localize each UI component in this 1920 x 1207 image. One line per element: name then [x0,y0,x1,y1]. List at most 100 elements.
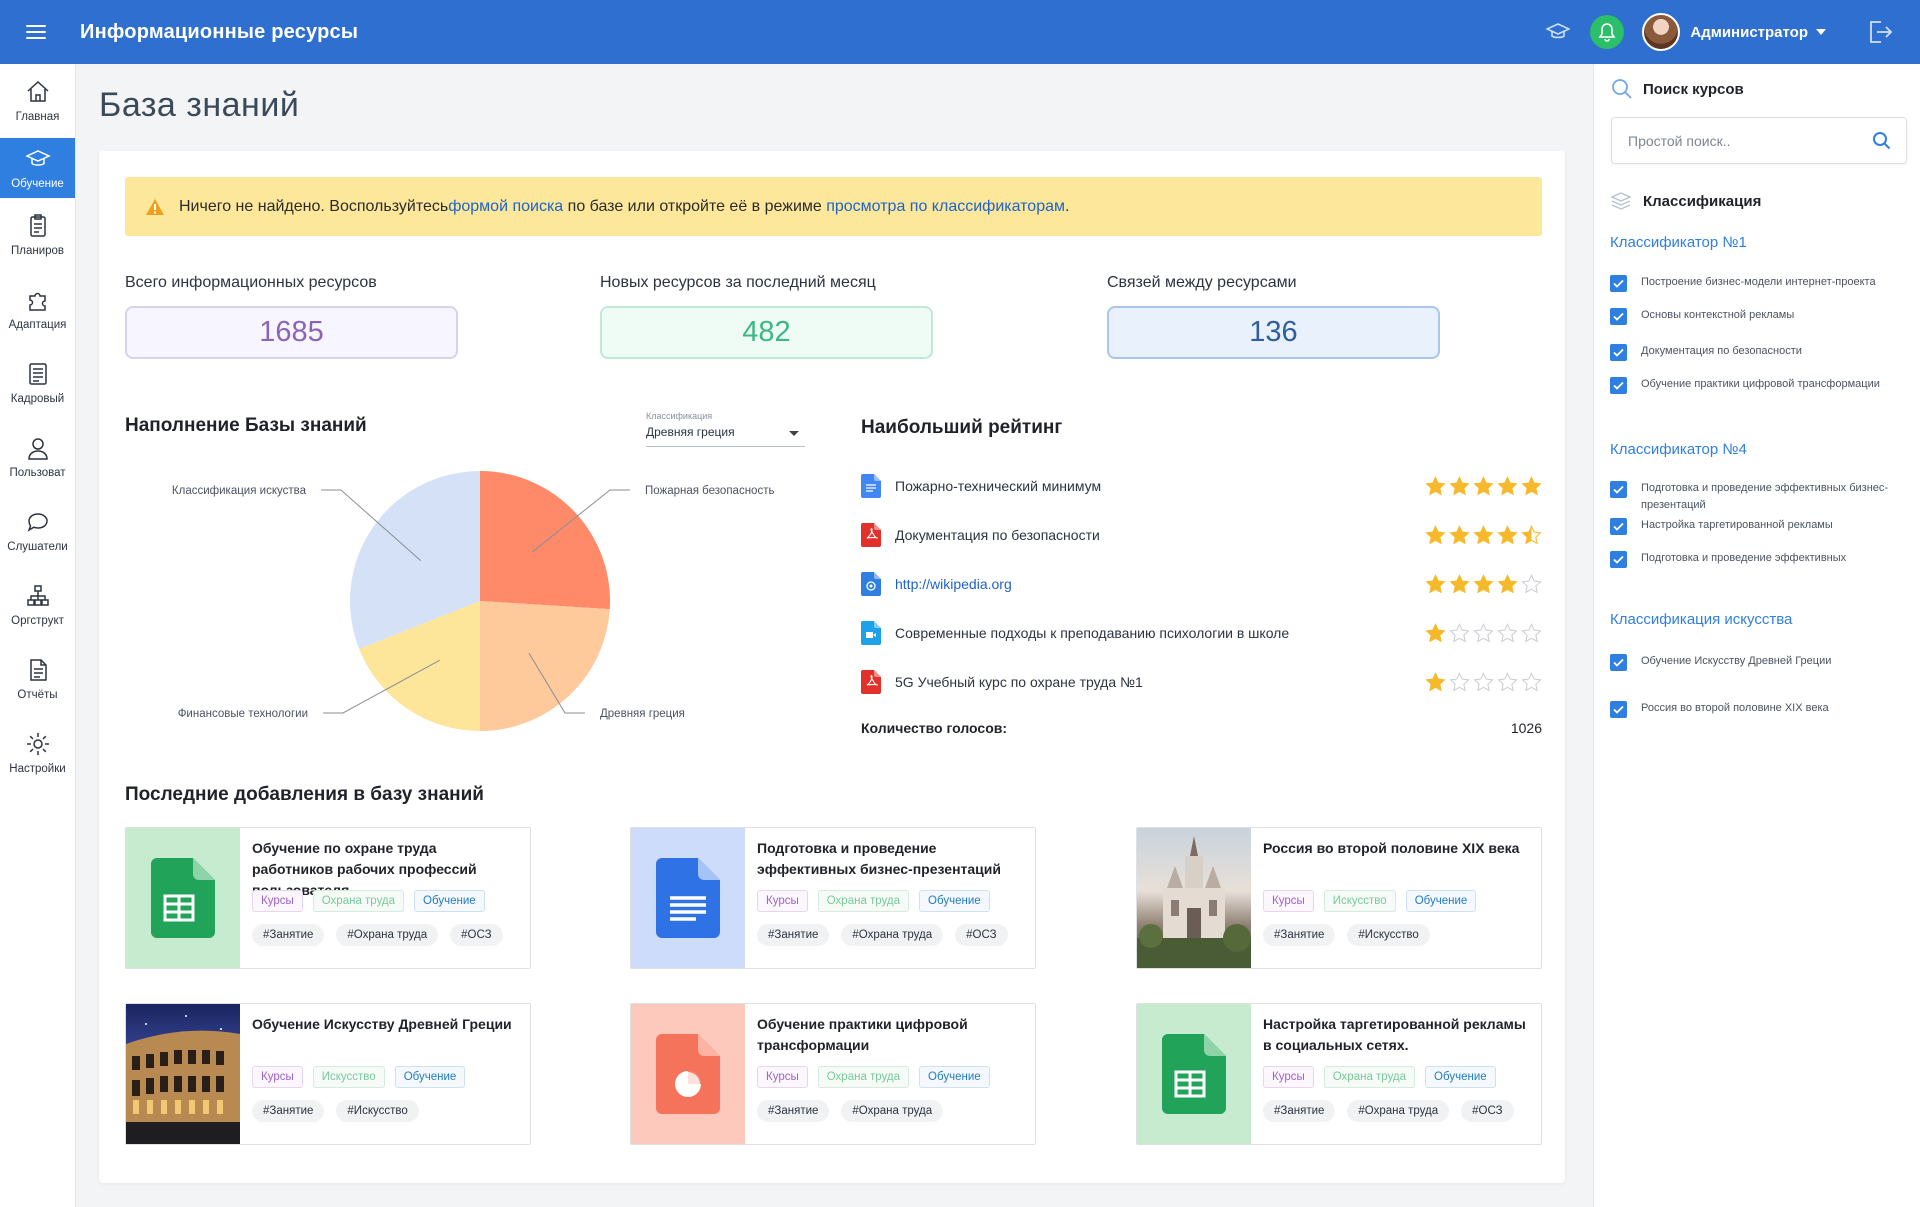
hashtag[interactable]: #Занятие [252,924,325,946]
hashtag[interactable]: #Занятие [252,1100,325,1122]
nav-item-0[interactable]: Главная [0,64,75,138]
nav-item-4[interactable]: Кадровый [0,346,75,420]
checkbox-checked-icon[interactable] [1610,275,1627,292]
classifier-checkbox-item[interactable]: Настройка таргетированной рекламы [1610,517,1915,535]
checkbox-checked-icon[interactable] [1610,551,1627,568]
nav-item-6[interactable]: Слушатели [0,494,75,568]
user-name[interactable]: Администратор [1690,24,1808,41]
classifier-title[interactable]: Классификация искусства [1610,611,1792,628]
star-icon[interactable] [1497,573,1518,594]
star-icon[interactable] [1425,524,1446,545]
recent-card[interactable]: Обучение практики цифровой трансформации… [630,1003,1036,1145]
star-icon[interactable] [1473,573,1494,594]
category-tag[interactable]: Обучение [1405,890,1477,912]
nav-item-9[interactable]: Настройки [0,716,75,790]
checkbox-checked-icon[interactable] [1610,344,1627,361]
star-icon[interactable] [1473,671,1494,692]
star-rating[interactable] [1425,622,1542,643]
star-icon[interactable] [1497,622,1518,643]
star-icon[interactable] [1449,622,1470,643]
star-icon[interactable] [1425,622,1446,643]
star-rating[interactable] [1425,475,1542,496]
rating-item-title[interactable]: 5G Учебный курс по охране труда №1 [895,674,1425,690]
classifier-checkbox-item[interactable]: Основы контекстной рекламы [1610,307,1915,325]
hashtag[interactable]: #ОСЗ [1461,1100,1514,1122]
classifier-checkbox-item[interactable]: Построение бизнес-модели интернет-проект… [1610,274,1915,292]
nav-item-3[interactable]: Адаптация [0,272,75,346]
category-tag[interactable]: Курсы [1263,890,1314,912]
menu-icon[interactable] [26,25,46,39]
star-rating[interactable] [1425,573,1542,594]
recent-card[interactable]: Обучение Искусству Древней Греции Курсы Ис… [125,1003,531,1145]
category-tag[interactable]: Охрана труда [312,890,405,912]
card-title[interactable]: Настройка таргетированной рекламы в соци… [1263,1014,1529,1056]
classifier-checkbox-item[interactable]: Обучение Искусству Древней Греции [1610,653,1915,671]
checkbox-checked-icon[interactable] [1610,518,1627,535]
chevron-down-icon[interactable] [1816,29,1826,35]
rating-row[interactable]: Современные подходы к преподаванию психо… [861,608,1542,657]
star-icon[interactable] [1425,573,1446,594]
hashtag[interactable]: #Искусство [336,1100,419,1122]
classification-select[interactable]: Классификация Древняя греция [646,411,805,447]
checkbox-checked-icon[interactable] [1610,701,1627,718]
hashtag[interactable]: #ОСЗ [450,924,503,946]
classifier-checkbox-item[interactable]: Россия во второй половине XIX века [1610,700,1915,718]
star-icon[interactable] [1449,573,1470,594]
rating-item-title[interactable]: Пожарно-технический минимум [895,478,1425,494]
nav-item-7[interactable]: Оргструкт [0,568,75,642]
nav-item-5[interactable]: Пользоват [0,420,75,494]
hashtag[interactable]: #Охрана труда [1347,1100,1450,1122]
hashtag[interactable]: #Занятие [757,1100,830,1122]
pie-slice[interactable] [480,471,610,610]
hashtag[interactable]: #Занятие [1263,1100,1336,1122]
checkbox-checked-icon[interactable] [1610,654,1627,671]
hashtag[interactable]: #Искусство [1347,924,1430,946]
category-tag[interactable]: Курсы [252,1066,303,1088]
rating-row[interactable]: Документация по безопасности [861,510,1542,559]
star-icon[interactable] [1497,524,1518,545]
star-icon[interactable] [1449,671,1470,692]
star-icon[interactable] [1425,671,1446,692]
card-title[interactable]: Обучение по охране труда работников рабо… [252,838,518,898]
rating-row[interactable]: Пожарно-технический минимум [861,461,1542,510]
recent-card[interactable]: Подготовка и проведение эффективных бизн… [630,827,1036,969]
star-icon[interactable] [1521,622,1542,643]
nav-item-1[interactable]: Обучение [0,138,75,198]
star-icon[interactable] [1521,524,1542,545]
category-tag[interactable]: Курсы [757,1066,808,1088]
graduation-cap-icon[interactable] [1544,18,1572,46]
category-tag[interactable]: Искусство [312,1066,385,1088]
star-icon[interactable] [1473,622,1494,643]
card-title[interactable]: Обучение Искусству Древней Греции [252,1014,518,1056]
category-tag[interactable]: Курсы [1263,1066,1314,1088]
category-tag[interactable]: Обучение [919,890,990,912]
rating-item-title[interactable]: http://wikipedia.org [895,576,1425,592]
star-icon[interactable] [1425,475,1446,496]
classifier-checkbox-item[interactable]: Обучение практики цифровой трансформации [1610,376,1915,394]
recent-card[interactable]: Обучение по охране труда работников рабо… [125,827,531,969]
star-rating[interactable] [1425,671,1542,692]
hashtag[interactable]: #Охрана труда [841,1100,944,1122]
checkbox-checked-icon[interactable] [1610,377,1627,394]
rating-row[interactable]: http://wikipedia.org [861,559,1542,608]
category-tag[interactable]: Курсы [252,890,303,912]
checkbox-checked-icon[interactable] [1610,481,1627,498]
star-icon[interactable] [1521,573,1542,594]
star-icon[interactable] [1521,475,1542,496]
category-tag[interactable]: Обучение [919,1066,990,1088]
classifier-checkbox-item[interactable]: Подготовка и проведение эффективных бизн… [1610,480,1915,514]
classifier-title[interactable]: Классификатор №4 [1610,441,1747,458]
classifier-view-link[interactable]: просмотра по классификаторам [826,198,1065,216]
category-tag[interactable]: Охрана труда [1323,1066,1416,1088]
category-tag[interactable]: Обучение [1425,1066,1496,1088]
hashtag[interactable]: #Занятие [1263,924,1336,946]
rating-item-title[interactable]: Документация по безопасности [895,527,1425,543]
rating-item-title[interactable]: Современные подходы к преподаванию психо… [895,625,1425,641]
search-input[interactable]: Простой поиск.. [1611,117,1907,164]
recent-card[interactable]: Настройка таргетированной рекламы в соци… [1136,1003,1542,1145]
hashtag[interactable]: #Занятие [757,924,830,946]
star-icon[interactable] [1473,475,1494,496]
category-tag[interactable]: Обучение [394,1066,466,1088]
search-form-link[interactable]: формой поиска [448,198,563,216]
logout-icon[interactable] [1866,18,1894,46]
